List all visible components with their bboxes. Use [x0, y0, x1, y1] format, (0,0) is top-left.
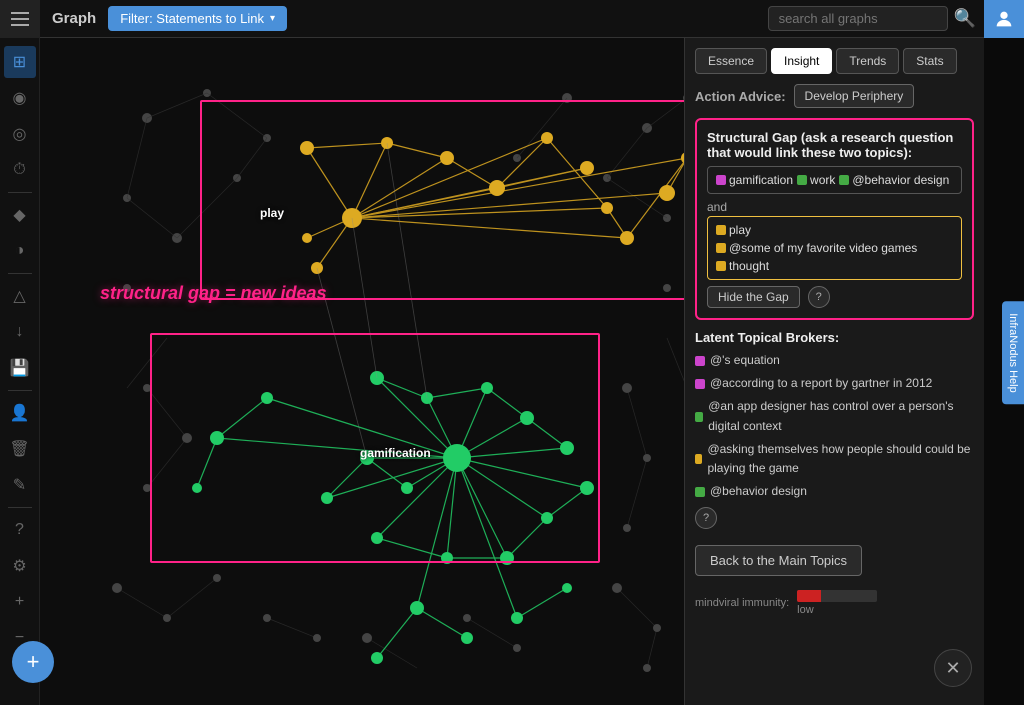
sidebar-icon-plus[interactable]: +	[4, 586, 36, 618]
sidebar-icon-user[interactable]: 👤	[4, 397, 36, 429]
graph-svg	[40, 38, 724, 705]
sidebar-icon-globe[interactable]: ◎	[4, 118, 36, 150]
dropdown-arrow-icon: ▾	[270, 13, 275, 24]
sidebar-divider-1	[8, 192, 32, 193]
sidebar-icon-save[interactable]: 💾	[4, 352, 36, 384]
back-to-main-topics-button[interactable]: Back to the Main Topics	[695, 545, 862, 576]
profile-button[interactable]	[984, 0, 1024, 38]
gap-actions: Hide the Gap ?	[707, 286, 962, 308]
sidebar-icon-grid[interactable]: ⊞	[4, 46, 36, 78]
sidebar-icon-circle[interactable]: ◉	[4, 82, 36, 114]
sidebar-icon-clock[interactable]: ⏱	[4, 154, 36, 186]
broker-dot-behavior-design2	[695, 487, 705, 497]
broker-tag-equation: @'s equation	[695, 351, 780, 370]
structural-gap-group2: play @some of my favorite video games th…	[707, 216, 962, 280]
immunity-level-label: low	[797, 604, 814, 616]
add-node-button[interactable]: +	[12, 641, 54, 683]
hamburger-icon	[11, 12, 29, 26]
tag-gamification: gamification	[716, 173, 793, 187]
tag-work: work	[797, 173, 835, 187]
tab-essence[interactable]: Essence	[695, 48, 767, 74]
immunity-bar	[797, 590, 877, 602]
action-advice-label: Action Advice:	[695, 89, 786, 104]
sidebar-icon-edit[interactable]: ✎	[4, 469, 36, 501]
tab-trends[interactable]: Trends	[836, 48, 899, 74]
structural-gap-title: Structural Gap (ask a research question …	[707, 130, 962, 160]
and-text: and	[707, 200, 962, 214]
structural-gap-help-button[interactable]: ?	[808, 286, 830, 308]
action-advice-row: Action Advice: Develop Periphery	[695, 84, 974, 108]
immunity-bar-fill	[797, 590, 821, 602]
search-area: 🔍	[287, 6, 984, 31]
develop-periphery-button[interactable]: Develop Periphery	[794, 84, 915, 108]
close-button[interactable]: ✕	[934, 649, 972, 687]
search-input[interactable]	[768, 6, 948, 31]
tag-thought: thought	[716, 259, 769, 273]
sidebar-divider-4	[8, 507, 32, 508]
sidebar-divider-2	[8, 273, 32, 274]
sidebar-icon-question[interactable]: ?	[4, 514, 36, 546]
tag-video-games: @some of my favorite video games	[716, 241, 917, 255]
sidebar-icon-contrast[interactable]: ◑	[4, 235, 36, 267]
infranodus-help-tab[interactable]: InfraNodus Help	[1002, 301, 1024, 405]
tag-behavior-design: @behavior design	[839, 173, 949, 187]
tab-stats[interactable]: Stats	[903, 48, 956, 74]
sidebar-icon-trash[interactable]: 🗑	[4, 433, 36, 465]
left-sidebar: ⊞ ◉ ◎ ⏱ ◆ ◑ △ ↓ 💾 👤 🗑 ✎ ? ⚙ + −	[0, 38, 40, 705]
broker-dot-gartner	[695, 379, 705, 389]
broker-tag-app-designer: @an app designer has control over a pers…	[695, 397, 974, 435]
graph-area[interactable]: play gamification structural gap = new i…	[40, 38, 724, 705]
broker-dot-app-designer	[695, 412, 703, 422]
app-title: Graph	[40, 10, 108, 27]
tab-insight[interactable]: Insight	[771, 48, 832, 74]
tag-play: play	[716, 223, 751, 237]
brokers-help-button[interactable]: ?	[695, 507, 717, 529]
immunity-row: mindviral immunity: low	[695, 590, 974, 616]
menu-button[interactable]	[0, 0, 40, 38]
tag-dot-play	[716, 225, 726, 235]
filter-label: Filter: Statements to Link	[120, 11, 264, 26]
broker-dot-asking	[695, 454, 702, 464]
immunity-label: mindviral immunity:	[695, 597, 789, 609]
person-icon	[993, 8, 1015, 30]
sidebar-icon-settings[interactable]: ⚙	[4, 550, 36, 582]
structural-gap-card: Structural Gap (ask a research question …	[695, 118, 974, 320]
tag-dot-thought	[716, 261, 726, 271]
broker-tag-gartner: @according to a report by gartner in 201…	[695, 374, 932, 393]
right-panel: Essence Insight Trends Stats Action Advi…	[684, 38, 984, 705]
latent-brokers-section: Latent Topical Brokers: @'s equation @ac…	[695, 330, 974, 529]
tag-dot-behavior-design	[839, 175, 849, 185]
search-button[interactable]: 🔍	[954, 8, 976, 29]
tag-dot-gamification	[716, 175, 726, 185]
tab-row: Essence Insight Trends Stats	[695, 48, 974, 74]
tag-dot-video-games	[716, 243, 726, 253]
top-bar: Graph Filter: Statements to Link ▾ 🔍	[0, 0, 1024, 38]
sidebar-divider-3	[8, 390, 32, 391]
broker-tag-asking: @asking themselves how people should cou…	[695, 440, 974, 478]
sidebar-icon-share[interactable]: △	[4, 280, 36, 312]
broker-dot-equation	[695, 356, 705, 366]
latent-brokers-title: Latent Topical Brokers:	[695, 330, 974, 345]
broker-tag-behavior-design: @behavior design	[695, 482, 807, 501]
structural-gap-group1: gamification work @behavior design	[707, 166, 962, 194]
broker-tags: @'s equation @according to a report by g…	[695, 351, 974, 501]
tag-dot-work	[797, 175, 807, 185]
sidebar-icon-diamond[interactable]: ◆	[4, 199, 36, 231]
filter-button[interactable]: Filter: Statements to Link ▾	[108, 6, 287, 31]
hide-gap-button[interactable]: Hide the Gap	[707, 286, 800, 308]
sidebar-icon-download[interactable]: ↓	[4, 316, 36, 348]
